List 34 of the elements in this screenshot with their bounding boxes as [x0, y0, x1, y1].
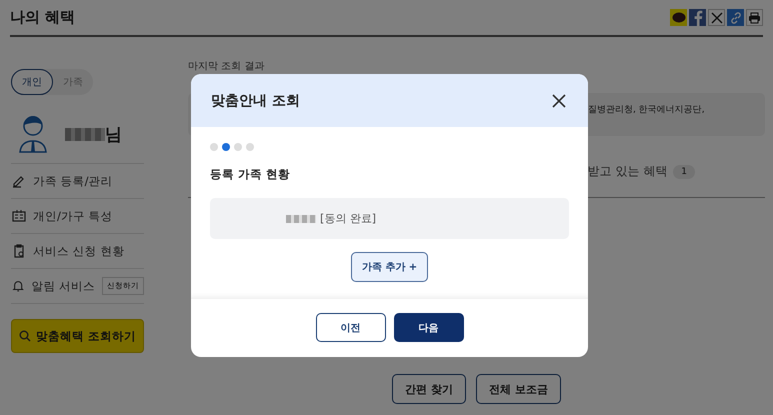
- user-name-suffix: 님: [105, 124, 122, 146]
- previous-button[interactable]: 이전: [316, 313, 386, 342]
- print-icon[interactable]: [746, 9, 763, 26]
- next-button[interactable]: 다음: [394, 313, 464, 342]
- bell-icon: [12, 279, 24, 293]
- clipboard-icon: [12, 244, 26, 258]
- link-icon[interactable]: [727, 9, 744, 26]
- filter-button[interactable]: 전체 보조금: [476, 374, 561, 404]
- redacted-name: [65, 128, 105, 140]
- benefit-search-button[interactable]: 맞춤혜택 조회하기: [11, 319, 144, 353]
- chat-bubble-icon[interactable]: [670, 9, 687, 26]
- menu-item[interactable]: 알림 서비스: [31, 278, 95, 294]
- menu-item[interactable]: 서비스 신청 현황: [33, 244, 124, 258]
- menu-item[interactable]: 개인/가구 특성: [33, 208, 113, 224]
- search-icon: [18, 330, 31, 342]
- benefit-tab[interactable]: 받고 있는 혜택: [588, 163, 668, 180]
- redacted-name: [286, 214, 316, 222]
- facebook-icon[interactable]: [689, 9, 706, 26]
- x-icon[interactable]: [708, 9, 725, 26]
- last-lookup-label: 마지막 조회 결과: [188, 60, 266, 73]
- consent-status: [동의 완료]: [320, 211, 376, 226]
- close-button[interactable]: [552, 94, 566, 108]
- modal-title: 맞춤안내 조회: [211, 92, 300, 110]
- menu-item[interactable]: 가족 등록/관리: [33, 174, 113, 188]
- avatar-icon: [19, 115, 47, 153]
- agency-list-text: 질병관리청, 한국에너지공단,: [588, 104, 705, 116]
- pencil-icon: [12, 174, 26, 188]
- scope-tab[interactable]: 개인: [11, 69, 53, 95]
- add-family-button[interactable]: 가족 추가 +: [350, 252, 428, 282]
- id-card-icon: [12, 209, 26, 223]
- count-badge: 1: [673, 164, 695, 178]
- page-title: 나의 혜택: [10, 8, 76, 27]
- section-title: 등록 가족 현황: [210, 167, 292, 182]
- filter-button[interactable]: 간편 찾기: [392, 374, 466, 404]
